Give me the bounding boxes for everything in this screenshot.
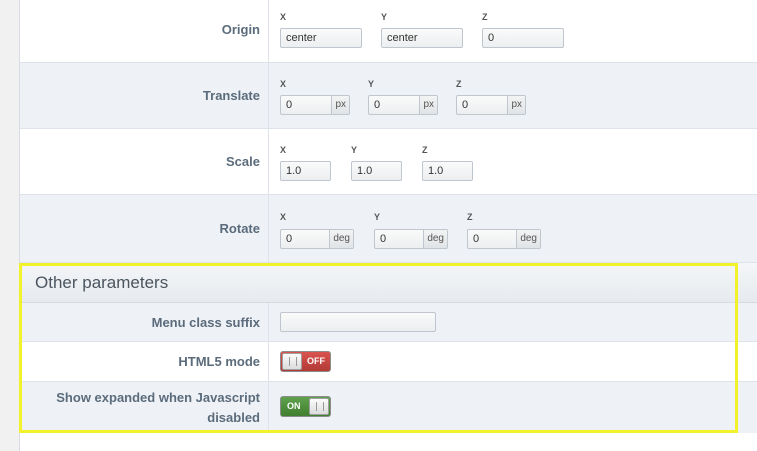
- translate-row: Translate X Y Z 0 px 0 px 0 px: [20, 63, 757, 129]
- origin-x-label: X: [280, 12, 287, 22]
- origin-x-input[interactable]: center: [280, 28, 362, 48]
- translate-x-label: X: [280, 79, 287, 89]
- scale-y-input[interactable]: 1.0: [351, 161, 402, 181]
- rotate-x-label: X: [280, 212, 287, 222]
- translate-z-label: Z: [456, 79, 462, 89]
- toggle-knob: [282, 353, 302, 370]
- menu-class-suffix-label: Menu class suffix: [151, 315, 260, 330]
- menu-class-suffix-row: Menu class suffix: [20, 303, 757, 342]
- show-expanded-toggle[interactable]: ON: [280, 396, 331, 417]
- rotate-row: Rotate X Y Z 0 deg 0 deg 0 deg: [20, 195, 757, 263]
- translate-z-unit: px: [507, 96, 525, 114]
- scale-y-label: Y: [351, 145, 358, 155]
- origin-y-input[interactable]: center: [381, 28, 463, 48]
- html5-mode-row: HTML5 mode OFF: [20, 342, 757, 382]
- html5-mode-toggle[interactable]: OFF: [280, 351, 331, 372]
- rotate-y-unit: deg: [423, 230, 447, 248]
- menu-class-suffix-input[interactable]: [280, 312, 436, 332]
- other-parameters-heading: Other parameters: [20, 263, 757, 303]
- origin-row: Origin X Y Z center center 0: [20, 0, 757, 63]
- translate-x-unit: px: [331, 96, 349, 114]
- translate-y-input[interactable]: 0 px: [368, 95, 438, 115]
- show-expanded-row: Show expanded when Javascript disabled O…: [20, 382, 757, 433]
- html5-mode-state: OFF: [307, 356, 325, 366]
- show-expanded-label: Show expanded when Javascript disabled: [56, 390, 260, 425]
- translate-y-unit: px: [419, 96, 437, 114]
- scale-x-input[interactable]: 1.0: [280, 161, 331, 181]
- scale-z-label: Z: [422, 145, 428, 155]
- html5-mode-label: HTML5 mode: [178, 354, 260, 369]
- rotate-y-input[interactable]: 0 deg: [374, 229, 448, 249]
- rotate-label: Rotate: [219, 221, 260, 236]
- scale-label: Scale: [226, 154, 260, 169]
- rotate-y-label: Y: [374, 212, 381, 222]
- rotate-x-input[interactable]: 0 deg: [280, 229, 354, 249]
- scale-x-label: X: [280, 145, 287, 155]
- translate-z-input[interactable]: 0 px: [456, 95, 526, 115]
- origin-label: Origin: [221, 22, 260, 37]
- translate-label: Translate: [202, 88, 260, 103]
- origin-z-input[interactable]: 0: [482, 28, 564, 48]
- module-settings-panel: Origin X Y Z center center 0 Translate X…: [19, 0, 757, 451]
- translate-y-label: Y: [368, 79, 375, 89]
- origin-y-label: Y: [381, 12, 388, 22]
- origin-z-label: Z: [482, 12, 488, 22]
- scale-z-input[interactable]: 1.0: [422, 161, 473, 181]
- toggle-knob: [309, 398, 329, 415]
- rotate-z-label: Z: [467, 212, 473, 222]
- show-expanded-state: ON: [287, 401, 301, 411]
- scale-row: Scale X Y Z 1.0 1.0 1.0: [20, 129, 757, 195]
- rotate-z-input[interactable]: 0 deg: [467, 229, 541, 249]
- translate-x-input[interactable]: 0 px: [280, 95, 350, 115]
- rotate-x-unit: deg: [329, 230, 353, 248]
- rotate-z-unit: deg: [516, 230, 540, 248]
